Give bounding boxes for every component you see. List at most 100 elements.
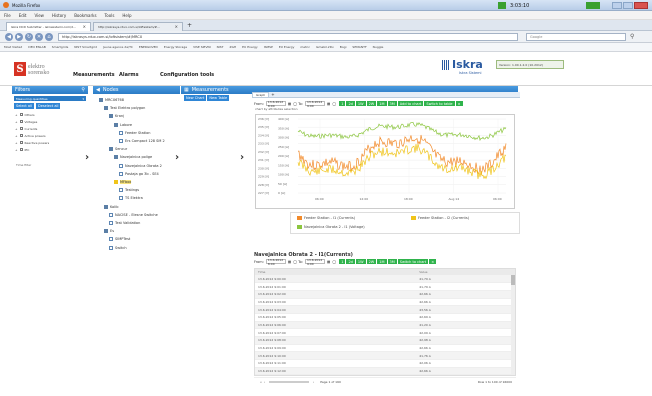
table-row[interactable]: 13.6.2012 9:04:00 43,56 A bbox=[255, 305, 515, 314]
node-tree-item[interactable]: Testings bbox=[119, 188, 139, 193]
bookmark-item[interactable]: Smartgrids bbox=[52, 45, 69, 49]
range-button[interactable]: 1W bbox=[355, 259, 366, 264]
table-row[interactable]: 13.6.2012 9:08:00 42,98 A bbox=[255, 336, 515, 345]
clock-icon[interactable]: ◯ bbox=[332, 102, 336, 106]
first-page-icon[interactable]: « bbox=[260, 380, 262, 384]
clock-icon[interactable]: ◯ bbox=[293, 102, 297, 106]
select-all-button[interactable]: Select all bbox=[14, 103, 34, 109]
filter-item[interactable]: + Currents bbox=[15, 125, 88, 132]
table-row[interactable]: 13.6.2012 9:01:00 41,79 A bbox=[255, 282, 515, 291]
deselect-all-button[interactable]: Deselect all bbox=[36, 103, 61, 109]
table-scrollbar[interactable] bbox=[511, 275, 515, 375]
browser-menu-item[interactable]: Help bbox=[122, 13, 131, 18]
node-tree-item[interactable]: Kranj bbox=[109, 114, 124, 119]
filter-checkbox[interactable] bbox=[19, 148, 23, 151]
legend-item[interactable]: Navejalnica Obrata 2 - I1 (Voltage) bbox=[297, 225, 365, 229]
calendar-icon[interactable]: ▦ bbox=[327, 260, 330, 264]
range-button[interactable]: 1 bbox=[339, 101, 346, 106]
bookmark-item[interactable]: Energy Storage bbox=[164, 45, 187, 49]
browser-menu-item[interactable]: Tools bbox=[105, 13, 115, 18]
reload-button[interactable]: ↻ bbox=[25, 32, 33, 41]
browser-menu-item[interactable]: File bbox=[4, 13, 11, 18]
browser-menu-item[interactable]: History bbox=[52, 13, 66, 18]
close-window-button[interactable] bbox=[634, 2, 648, 9]
table-row[interactable]: 13.6.2012 9:02:00 42,66 A bbox=[255, 290, 515, 299]
tab-graph[interactable]: Graph bbox=[252, 92, 270, 97]
close-table-button[interactable]: × bbox=[429, 259, 437, 264]
app-logo[interactable]: S bbox=[14, 62, 26, 76]
menu-measurements[interactable]: Measurements bbox=[73, 72, 115, 78]
node-tree-item[interactable]: Test Validation bbox=[109, 221, 140, 225]
table-row[interactable]: 13.6.2012 9:03:00 42,66 A bbox=[255, 298, 515, 307]
expand-icon[interactable]: + bbox=[15, 120, 18, 124]
bookmark-item[interactable]: VISE SIEVNI bbox=[193, 45, 211, 49]
browser-tab[interactable]: http://iskrasys.rdux.com.si/loftsistem/#… bbox=[93, 21, 183, 31]
close-chart-button[interactable]: × bbox=[455, 101, 463, 106]
expand-icon[interactable]: + bbox=[15, 141, 18, 145]
bookmark-item[interactable]: EU Energy bbox=[279, 45, 295, 49]
search-input[interactable]: Google bbox=[526, 32, 626, 41]
range-button[interactable]: 2W bbox=[366, 259, 377, 264]
forward-button[interactable]: ▶ bbox=[15, 32, 23, 41]
bookmark-item[interactable]: Jeune agence da/TC bbox=[103, 45, 133, 49]
table-row[interactable]: 13.6.2012 9:12:00 42,66 A bbox=[255, 367, 515, 375]
bookmark-item[interactable]: ENERGOVED bbox=[139, 45, 158, 49]
bookmark-item[interactable]: NIST Smartgrid bbox=[74, 45, 97, 49]
bookmark-item[interactable]: metric bbox=[300, 45, 310, 49]
close-tab-icon[interactable]: × bbox=[175, 24, 178, 29]
chart-area[interactable]: 236 [V] 235 [V] 234 [V] 233 [V] 232 [V] 231 [… bbox=[255, 114, 515, 209]
expand-icon[interactable]: + bbox=[15, 127, 18, 131]
table-row[interactable]: 13.6.2012 9:13:0041,79 A bbox=[255, 374, 515, 375]
clock-icon[interactable]: ◯ bbox=[332, 260, 336, 264]
node-tree-item[interactable]: Kolib bbox=[104, 204, 118, 209]
node-tree-item[interactable]: TS Elektra bbox=[119, 196, 143, 201]
back-arrow-icon[interactable]: ◀ bbox=[96, 87, 100, 93]
node-tree-item[interactable]: SIMPTest bbox=[109, 237, 130, 242]
bookmark-item[interactable]: Bogi bbox=[340, 45, 347, 49]
node-tree-item[interactable]: MFbox bbox=[114, 180, 132, 184]
browser-menu-item[interactable]: Edit bbox=[19, 13, 27, 18]
switch-to-chart-button[interactable]: Switch to chart bbox=[397, 259, 429, 264]
browser-tab[interactable]: Iskra DCD Submitter - iskrasistemi.com/d… bbox=[6, 21, 91, 31]
bookmark-item[interactable]: Nuggle bbox=[373, 45, 384, 49]
node-tree-item[interactable]: Feeder Station bbox=[119, 130, 151, 135]
expand-measurements-arrow-icon[interactable]: › bbox=[240, 152, 244, 163]
back-button[interactable]: ◀ bbox=[5, 32, 13, 41]
range-button[interactable]: 1 bbox=[339, 259, 346, 264]
to-date-input[interactable]: 13.6.2012 9:00 bbox=[304, 100, 325, 108]
new-tab-icon[interactable]: + bbox=[187, 22, 192, 29]
table-row[interactable]: 13.6.2012 9:00:00 41,79 A bbox=[255, 275, 515, 284]
bookmark-item[interactable]: EU Energy bbox=[242, 45, 258, 49]
table-row[interactable]: 13.6.2012 9:07:00 42,09 A bbox=[255, 328, 515, 337]
node-tree-item[interactable]: Navejalnica polige bbox=[114, 155, 152, 160]
range-button[interactable]: 1M bbox=[377, 259, 387, 264]
filter-item[interactable]: + Reactive powers bbox=[15, 139, 88, 146]
range-button[interactable]: 2d bbox=[346, 259, 355, 264]
calendar-icon[interactable]: ▦ bbox=[288, 102, 291, 106]
prev-page-icon[interactable]: ‹ bbox=[264, 380, 265, 384]
quantity-dropdown[interactable]: Measuring quantities ▾ bbox=[14, 96, 86, 101]
browser-menu-item[interactable]: View bbox=[34, 13, 44, 18]
menu-alarms[interactable]: Alarms bbox=[119, 72, 139, 78]
node-tree-item[interactable]: Test Elektro polygon bbox=[104, 106, 145, 111]
bookmark-item[interactable]: Most Visited bbox=[4, 45, 22, 49]
filter-checkbox[interactable] bbox=[19, 113, 23, 116]
node-tree-item[interactable]: MRCX6T68 bbox=[99, 98, 124, 102]
table-row[interactable]: 13.6.2012 9:05:00 42,69 A bbox=[255, 313, 515, 322]
node-tree-item[interactable]: Switch bbox=[109, 245, 127, 250]
node-tree-item[interactable]: Es bbox=[104, 229, 114, 234]
scrollbar-thumb[interactable] bbox=[511, 275, 515, 285]
new-table-button[interactable]: New Table bbox=[207, 95, 230, 101]
node-tree-item[interactable]: NACISE - Elesne Switche bbox=[109, 212, 158, 217]
filter-item[interactable]: + IEC bbox=[15, 146, 88, 153]
table-row[interactable]: 13.6.2012 9:11:00 42,06 A bbox=[255, 359, 515, 368]
range-button[interactable]: 1M bbox=[377, 101, 387, 106]
switch-to-table-button[interactable]: Switch to table bbox=[424, 101, 455, 106]
bookmark-item[interactable]: NIST bbox=[217, 45, 224, 49]
bookmark-item[interactable]: ISMSP bbox=[264, 45, 273, 49]
close-tab-icon[interactable]: × bbox=[83, 24, 86, 29]
tab-add-icon[interactable]: + bbox=[269, 92, 276, 97]
chart-svg[interactable]: 236 [V] 235 [V] 234 [V] 233 [V] 232 [V] 231 [… bbox=[256, 115, 514, 208]
network-tray-icon[interactable] bbox=[586, 2, 600, 9]
table-to-date-input[interactable]: 13.6.2012 9:00 bbox=[304, 258, 325, 266]
